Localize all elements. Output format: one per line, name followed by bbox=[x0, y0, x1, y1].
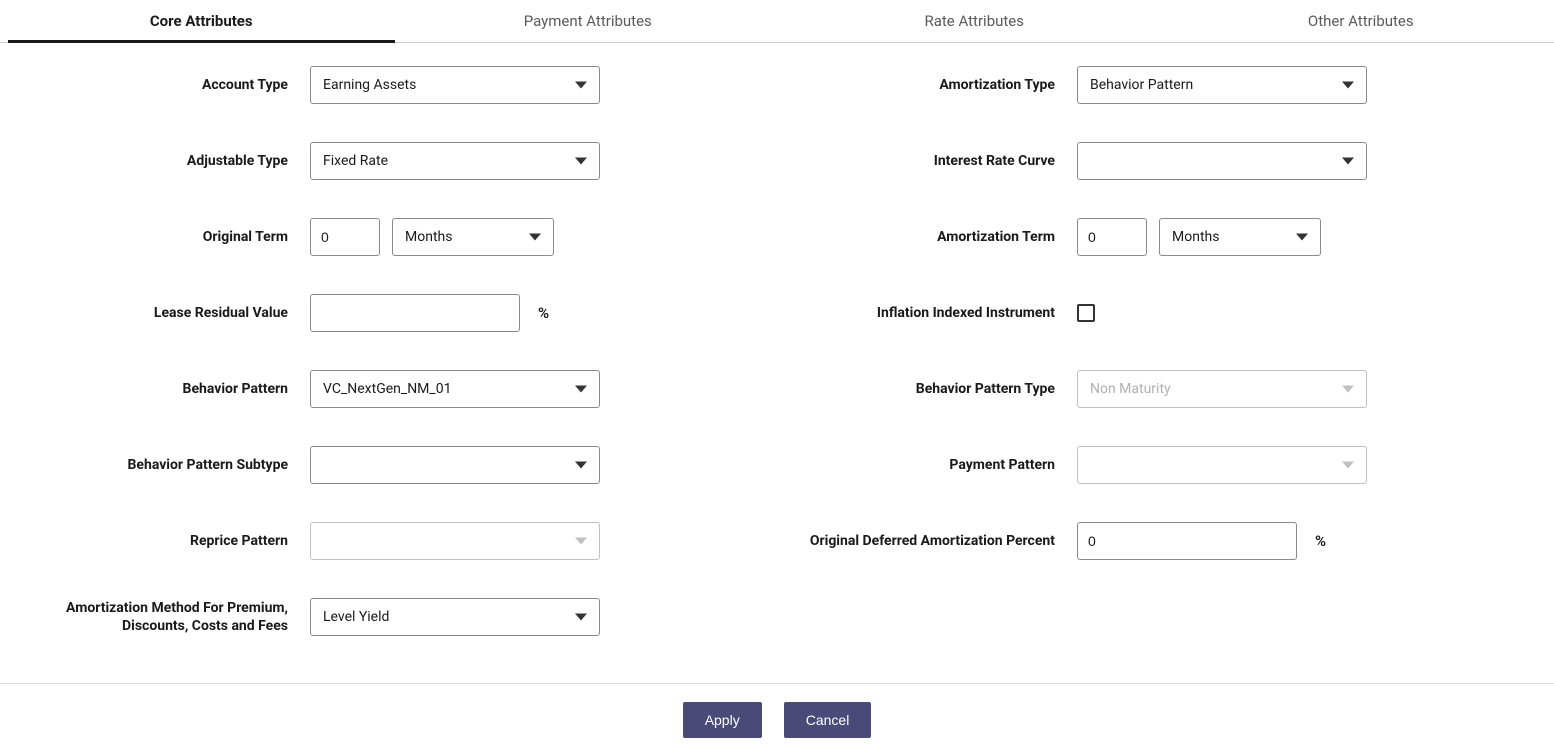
chevron-down-icon bbox=[575, 538, 587, 545]
label-amortization-type: Amortization Type bbox=[807, 76, 1077, 94]
chevron-down-icon bbox=[575, 386, 587, 393]
form-content: Account Type Earning Assets Adjustable T… bbox=[0, 43, 1554, 683]
label-behavior-subtype: Behavior Pattern Subtype bbox=[40, 456, 310, 474]
input-lease-residual[interactable] bbox=[310, 294, 520, 332]
label-account-type: Account Type bbox=[40, 76, 310, 94]
label-original-term: Original Term bbox=[40, 228, 310, 246]
select-amortization-type[interactable]: Behavior Pattern bbox=[1077, 66, 1367, 104]
select-behavior-pattern-value: VC_NextGen_NM_01 bbox=[323, 381, 451, 397]
chevron-down-icon bbox=[575, 158, 587, 165]
chevron-down-icon bbox=[575, 82, 587, 89]
chevron-down-icon bbox=[575, 462, 587, 469]
select-payment-pattern[interactable] bbox=[1077, 446, 1367, 484]
select-amortization-type-value: Behavior Pattern bbox=[1090, 77, 1193, 93]
select-amortization-term-unit-value: Months bbox=[1172, 229, 1219, 245]
label-behavior-pattern-type: Behavior Pattern Type bbox=[807, 380, 1077, 398]
label-payment-pattern: Payment Pattern bbox=[807, 456, 1077, 474]
suffix-percent: % bbox=[1315, 532, 1326, 550]
label-amortization-term: Amortization Term bbox=[807, 228, 1077, 246]
select-amort-method-value: Level Yield bbox=[323, 609, 389, 625]
select-adjustable-type-value: Fixed Rate bbox=[323, 153, 388, 169]
select-adjustable-type[interactable]: Fixed Rate bbox=[310, 142, 600, 180]
input-original-term[interactable] bbox=[310, 218, 380, 256]
tab-payment-attributes[interactable]: Payment Attributes bbox=[395, 0, 782, 42]
select-amort-method[interactable]: Level Yield bbox=[310, 598, 600, 636]
chevron-down-icon bbox=[1296, 234, 1308, 241]
apply-button[interactable]: Apply bbox=[683, 702, 762, 738]
select-original-term-unit[interactable]: Months bbox=[392, 218, 554, 256]
select-interest-rate-curve[interactable] bbox=[1077, 142, 1367, 180]
tab-core-attributes[interactable]: Core Attributes bbox=[8, 0, 395, 42]
cancel-button[interactable]: Cancel bbox=[784, 702, 872, 738]
label-reprice-pattern: Reprice Pattern bbox=[40, 532, 310, 550]
chevron-down-icon bbox=[1342, 462, 1354, 469]
label-lease-residual: Lease Residual Value bbox=[40, 304, 310, 322]
suffix-percent: % bbox=[538, 304, 549, 322]
label-adjustable-type: Adjustable Type bbox=[40, 152, 310, 170]
checkbox-inflation-indexed[interactable] bbox=[1077, 304, 1095, 322]
chevron-down-icon bbox=[1342, 386, 1354, 393]
select-original-term-unit-value: Months bbox=[405, 229, 452, 245]
select-behavior-pattern-type-value: Non Maturity bbox=[1090, 381, 1171, 397]
input-orig-def-amort-pct[interactable] bbox=[1077, 522, 1297, 560]
tab-other-attributes[interactable]: Other Attributes bbox=[1168, 0, 1554, 42]
label-behavior-pattern: Behavior Pattern bbox=[40, 380, 310, 398]
chevron-down-icon bbox=[575, 614, 587, 621]
input-amortization-term[interactable] bbox=[1077, 218, 1147, 256]
chevron-down-icon bbox=[1342, 82, 1354, 89]
label-interest-rate-curve: Interest Rate Curve bbox=[807, 152, 1077, 170]
select-reprice-pattern[interactable] bbox=[310, 522, 600, 560]
select-account-type[interactable]: Earning Assets bbox=[310, 66, 600, 104]
select-behavior-subtype[interactable] bbox=[310, 446, 600, 484]
select-behavior-pattern-type[interactable]: Non Maturity bbox=[1077, 370, 1367, 408]
label-orig-def-amort-pct: Original Deferred Amortization Percent bbox=[807, 532, 1077, 550]
footer-actions: Apply Cancel bbox=[0, 683, 1554, 756]
label-inflation-indexed: Inflation Indexed Instrument bbox=[807, 304, 1077, 322]
select-account-type-value: Earning Assets bbox=[323, 77, 416, 93]
select-amortization-term-unit[interactable]: Months bbox=[1159, 218, 1321, 256]
chevron-down-icon bbox=[529, 234, 541, 241]
tab-rate-attributes[interactable]: Rate Attributes bbox=[781, 0, 1168, 42]
label-amort-method: Amortization Method For Premium, Discoun… bbox=[40, 599, 310, 635]
chevron-down-icon bbox=[1342, 158, 1354, 165]
select-behavior-pattern[interactable]: VC_NextGen_NM_01 bbox=[310, 370, 600, 408]
tabs-bar: Core Attributes Payment Attributes Rate … bbox=[0, 0, 1554, 43]
